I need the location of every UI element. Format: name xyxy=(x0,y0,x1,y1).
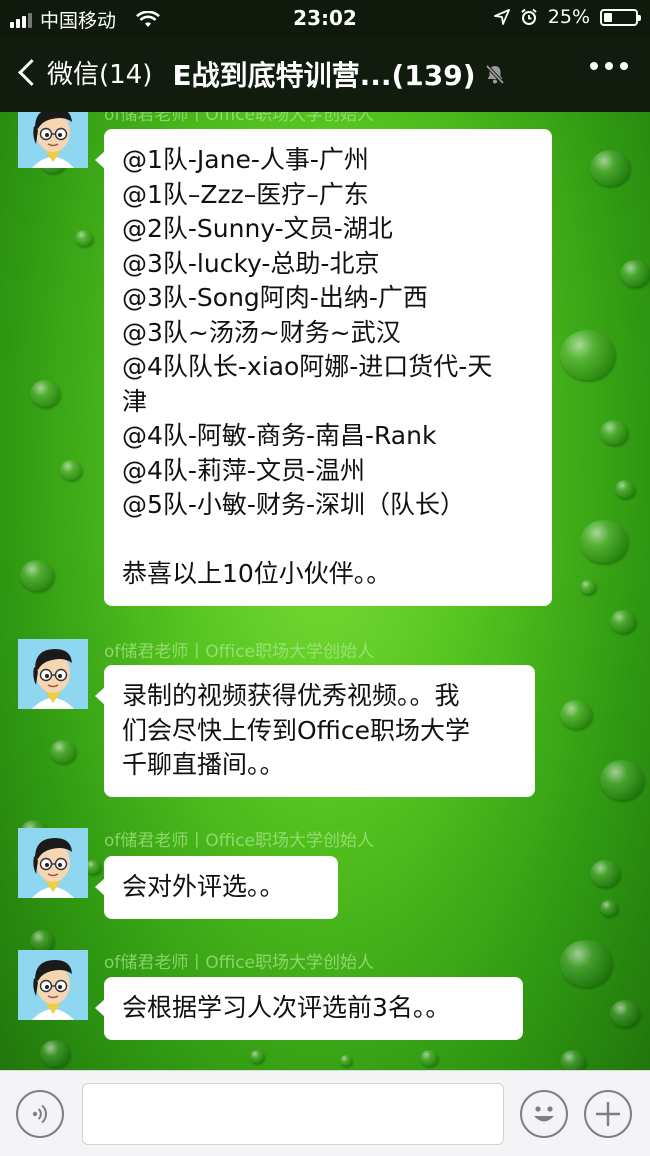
status-bar: 中国移动 23:02 25% xyxy=(0,0,650,36)
message-line: @3队-lucky-总助-北京 xyxy=(122,248,380,278)
message-line: 会对外评选。。 xyxy=(122,872,285,901)
voice-icon xyxy=(32,1104,48,1124)
avatar-cartoon-icon xyxy=(18,639,88,709)
sender-name: of储君老师丨Office职场大学创始人 xyxy=(104,642,375,662)
mute-icon xyxy=(485,64,504,85)
sender-avatar[interactable] xyxy=(18,639,88,709)
sender-name: of储君老师丨Office职场大学创始人 xyxy=(104,112,375,125)
chat-messages[interactable]: of储君老师丨Office职场大学创始人 @1队-Jane-人事-广州 @1队–Zz… xyxy=(0,112,650,1070)
message-line: @1队–Zzz–医疗–广东 xyxy=(122,179,369,209)
sender-avatar[interactable] xyxy=(18,112,88,168)
nav-bar: 微信(14) E战到底特训营...(139) xyxy=(0,36,650,112)
battery-percent: 25% xyxy=(547,6,590,28)
emoji-icon xyxy=(534,1106,554,1122)
avatar-cartoon-icon xyxy=(18,950,88,1020)
emoji-button[interactable] xyxy=(520,1090,568,1138)
message-bubble[interactable]: 会对外评选。。 xyxy=(95,856,338,919)
message-line: @3队~汤汤~财务~武汉 xyxy=(122,317,401,347)
message-line: @5队-小敏-财务-深圳（队长） xyxy=(122,490,465,519)
message-line: @1队-Jane-人事-广州 xyxy=(122,145,369,174)
alarm-icon xyxy=(521,8,537,25)
message-line: 们会尽快上传到Office职场大学 xyxy=(122,715,470,745)
more-button[interactable] xyxy=(590,62,628,70)
message-line: @4队-阿敏-商务-南昌-Rank xyxy=(122,421,437,450)
message-line xyxy=(122,523,534,558)
message-line: 津 xyxy=(122,386,148,416)
message-line: 恭喜以上10位小伙伴。。 xyxy=(122,559,392,588)
sender-name: of储君老师丨Office职场大学创始人 xyxy=(104,953,375,973)
sender-name: of储君老师丨Office职场大学创始人 xyxy=(104,831,375,851)
location-icon xyxy=(493,9,510,25)
message-line: 录制的视频获得优秀视频。。我 xyxy=(122,681,460,710)
message-line: 千聊直播间。。 xyxy=(122,750,285,779)
plus-icon xyxy=(596,1102,620,1126)
avatar-cartoon-icon xyxy=(18,112,88,168)
message-line: @3队-Song阿肉-出纳-广西 xyxy=(122,283,428,312)
message-bubble[interactable]: 会根据学习人次评选前3名。。 xyxy=(95,977,523,1040)
voice-button[interactable] xyxy=(16,1090,64,1138)
more-icon xyxy=(590,62,598,70)
input-bar xyxy=(0,1070,650,1156)
chat-title: E战到底特训营...(139) xyxy=(172,59,476,92)
message-line: @2队-Sunny-文员-湖北 xyxy=(122,214,393,243)
avatar-cartoon-icon xyxy=(18,828,88,898)
message-bubble[interactable]: @1队-Jane-人事-广州 @1队–Zzz–医疗–广东 @2队-Sunny-文员-… xyxy=(95,129,552,606)
message-bubble[interactable]: 录制的视频获得优秀视频。。我 们会尽快上传到Office职场大学 千聊直播间。。 xyxy=(95,665,535,797)
sender-avatar[interactable] xyxy=(18,950,88,1020)
sender-avatar[interactable] xyxy=(18,828,88,898)
battery-icon xyxy=(600,8,641,26)
plus-button[interactable] xyxy=(584,1090,632,1138)
message-line: @4队-莉萍-文员-温州 xyxy=(122,455,365,485)
message-line: 会根据学习人次评选前3名。。 xyxy=(122,993,451,1022)
message-line: @4队队长-xiao阿娜-进口货代-天 xyxy=(122,352,493,381)
message-input[interactable] xyxy=(82,1083,504,1145)
